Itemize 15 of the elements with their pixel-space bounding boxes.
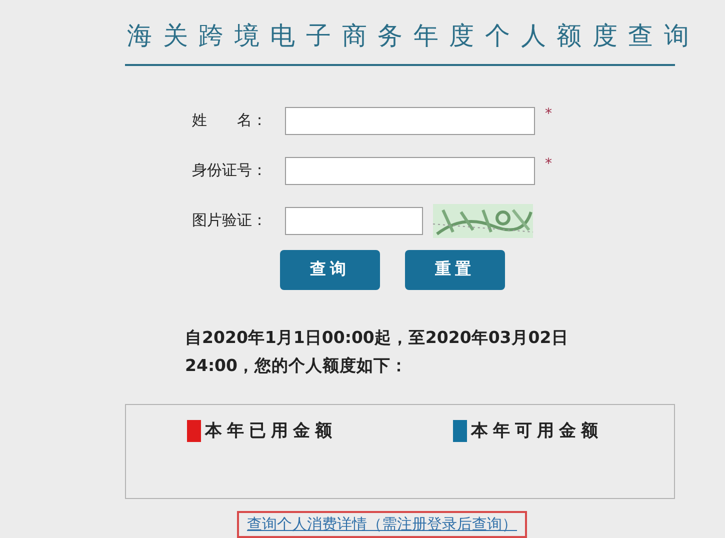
field-label: 图片验证： xyxy=(191,211,268,230)
required-marker: * xyxy=(545,156,552,172)
text-field[interactable] xyxy=(285,156,535,185)
captcha-field[interactable] xyxy=(285,206,423,235)
text-field[interactable] xyxy=(285,106,535,135)
quota-notice: 自2020年1月1日00:00起，至2020年03月02日24:00，您的个人额度如下： xyxy=(185,326,570,377)
field-label: 姓 名： xyxy=(191,111,268,130)
reset-button[interactable]: 重置 xyxy=(405,250,505,290)
query-button[interactable]: 查询 xyxy=(280,250,380,290)
details-link[interactable]: 查询个人消费详情（需注册登录后查询） xyxy=(237,511,527,538)
required-marker: * xyxy=(545,106,552,122)
field-label: 身份证号： xyxy=(191,161,268,180)
page-title: 海关跨境电子商务年度个人额度查询 xyxy=(127,20,701,52)
legend-label: 本年已用金额 xyxy=(205,420,337,442)
legend-label: 本年可用金额 xyxy=(471,420,603,442)
